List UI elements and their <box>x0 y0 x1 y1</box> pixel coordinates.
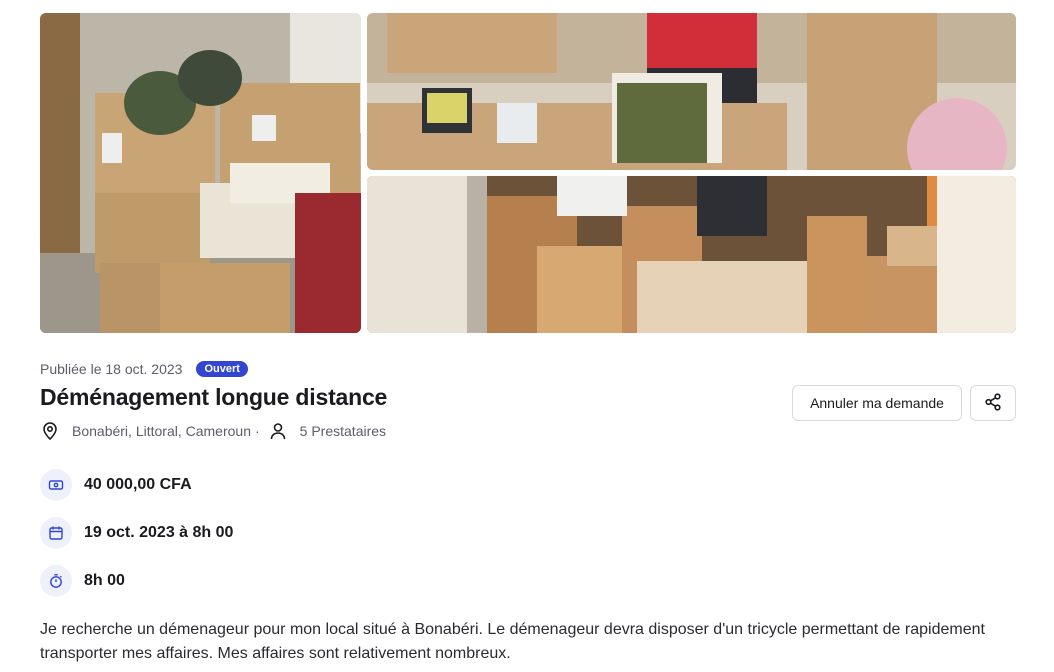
share-button[interactable] <box>970 385 1016 421</box>
location-separator: · <box>255 423 260 439</box>
location-text: Bonabéri, Littoral, Cameroun <box>72 423 251 439</box>
photo-stacked-boxes[interactable] <box>367 176 1016 333</box>
price-value: 40 000,00 CFA <box>84 476 192 493</box>
detail-duration: 8h 00 <box>40 565 233 597</box>
stopwatch-icon <box>40 565 72 597</box>
listing-actions: Annuler ma demande <box>792 385 1016 421</box>
listing-details: 40 000,00 CFA 19 oct. 2023 à 8h 00 8h 00 <box>40 469 233 613</box>
listing-page: Publiée le 18 oct. 2023 Ouvert Déménagem… <box>0 0 1054 672</box>
photo-gallery <box>40 13 1016 333</box>
photo-office-boxes[interactable] <box>367 13 1016 170</box>
location-pin-icon <box>40 421 60 441</box>
detail-date: 19 oct. 2023 à 8h 00 <box>40 517 233 549</box>
money-icon <box>40 469 72 501</box>
listing-title: Déménagement longue distance <box>40 384 388 410</box>
share-icon <box>983 392 1003 415</box>
status-badge: Ouvert <box>196 361 248 377</box>
detail-price: 40 000,00 CFA <box>40 469 233 501</box>
location-row: Bonabéri, Littoral, Cameroun · 5 Prestat… <box>40 421 386 441</box>
user-icon <box>268 421 288 441</box>
listing-meta: Publiée le 18 oct. 2023 Ouvert <box>40 361 248 377</box>
cancel-request-button[interactable]: Annuler ma demande <box>792 385 962 421</box>
published-date: Publiée le 18 oct. 2023 <box>40 361 183 377</box>
date-value: 19 oct. 2023 à 8h 00 <box>84 524 234 541</box>
duration-value: 8h 00 <box>84 572 125 589</box>
calendar-icon <box>40 517 72 549</box>
listing-description: Je recherche un démenageur pour mon loca… <box>40 621 985 662</box>
providers-count[interactable]: 5 Prestataires <box>300 423 386 439</box>
photo-boxes-with-helmets[interactable] <box>40 13 361 333</box>
